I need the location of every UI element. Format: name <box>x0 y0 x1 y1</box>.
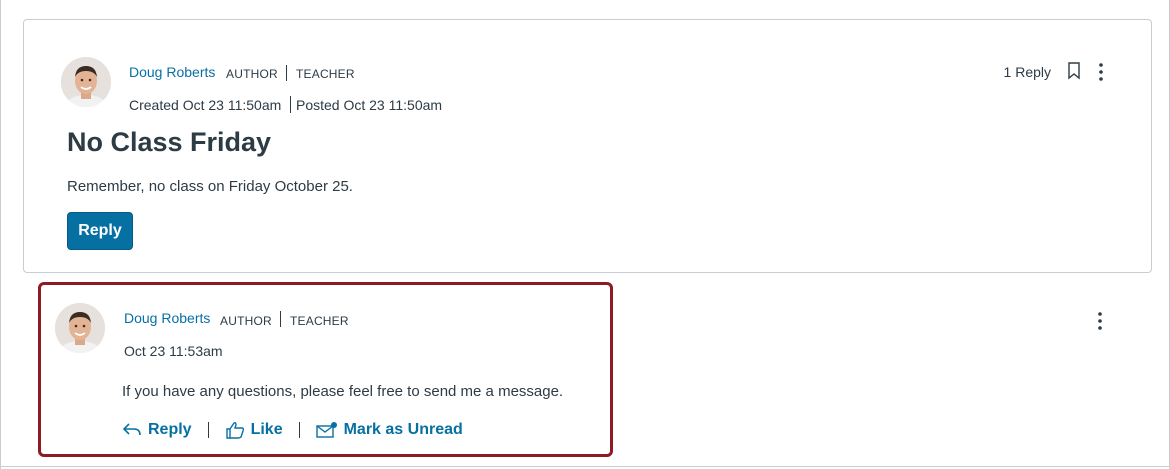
reply-button[interactable]: Reply <box>67 212 133 250</box>
role-teacher-badge: TEACHER <box>296 67 355 81</box>
author-avatar[interactable] <box>61 57 111 107</box>
reply-timestamp: Oct 23 11:53am <box>124 343 223 359</box>
reply-entry: Doug Roberts AUTHOR TEACHER Oct 23 11:53… <box>38 282 613 457</box>
action-separator <box>298 422 300 438</box>
envelope-icon <box>315 422 337 438</box>
meta-separator <box>290 96 291 113</box>
reply-count: 1 Reply <box>1003 64 1051 80</box>
reply-arrow-icon <box>122 423 141 436</box>
mark-unread-button[interactable]: Mark as Unread <box>315 421 463 439</box>
created-timestamp: Created Oct 23 11:50am <box>129 97 282 113</box>
role-separator <box>286 65 287 81</box>
posted-timestamp: Posted Oct 23 11:50am <box>296 97 443 113</box>
topic-body: Remember, no class on Friday October 25. <box>67 178 353 195</box>
kebab-menu-icon[interactable] <box>1094 62 1108 82</box>
like-label: Like <box>250 421 283 438</box>
avatar-icon <box>61 57 111 107</box>
bookmark-icon[interactable] <box>1067 62 1081 80</box>
role-separator <box>280 311 281 327</box>
reply-kebab-menu-icon[interactable] <box>1093 311 1107 331</box>
role-author-badge: AUTHOR <box>226 67 278 81</box>
bottom-divider <box>1 466 1170 467</box>
topic-title: No Class Friday <box>67 127 272 157</box>
action-separator <box>207 422 209 438</box>
author-name-link[interactable]: Doug Roberts <box>129 64 215 80</box>
topic-card: Doug Roberts AUTHOR TEACHER Created Oct … <box>23 19 1152 273</box>
thumbs-up-icon <box>225 422 244 439</box>
discussion-frame: Doug Roberts AUTHOR TEACHER Created Oct … <box>0 0 1170 469</box>
reply-role-teacher-badge: TEACHER <box>290 314 349 328</box>
reply-body: If you have any questions, please feel f… <box>122 383 564 400</box>
reply-action-button[interactable]: Reply <box>122 421 192 439</box>
like-button[interactable]: Like <box>225 421 283 439</box>
reply-author-avatar[interactable] <box>55 303 105 353</box>
mark-unread-label: Mark as Unread <box>343 421 463 438</box>
reply-role-author-badge: AUTHOR <box>220 314 272 328</box>
avatar-icon <box>55 303 105 353</box>
reply-author-name-link[interactable]: Doug Roberts <box>124 310 210 326</box>
reply-actions: Reply Like Mark as Unread <box>122 419 463 441</box>
reply-action-label: Reply <box>148 421 192 438</box>
